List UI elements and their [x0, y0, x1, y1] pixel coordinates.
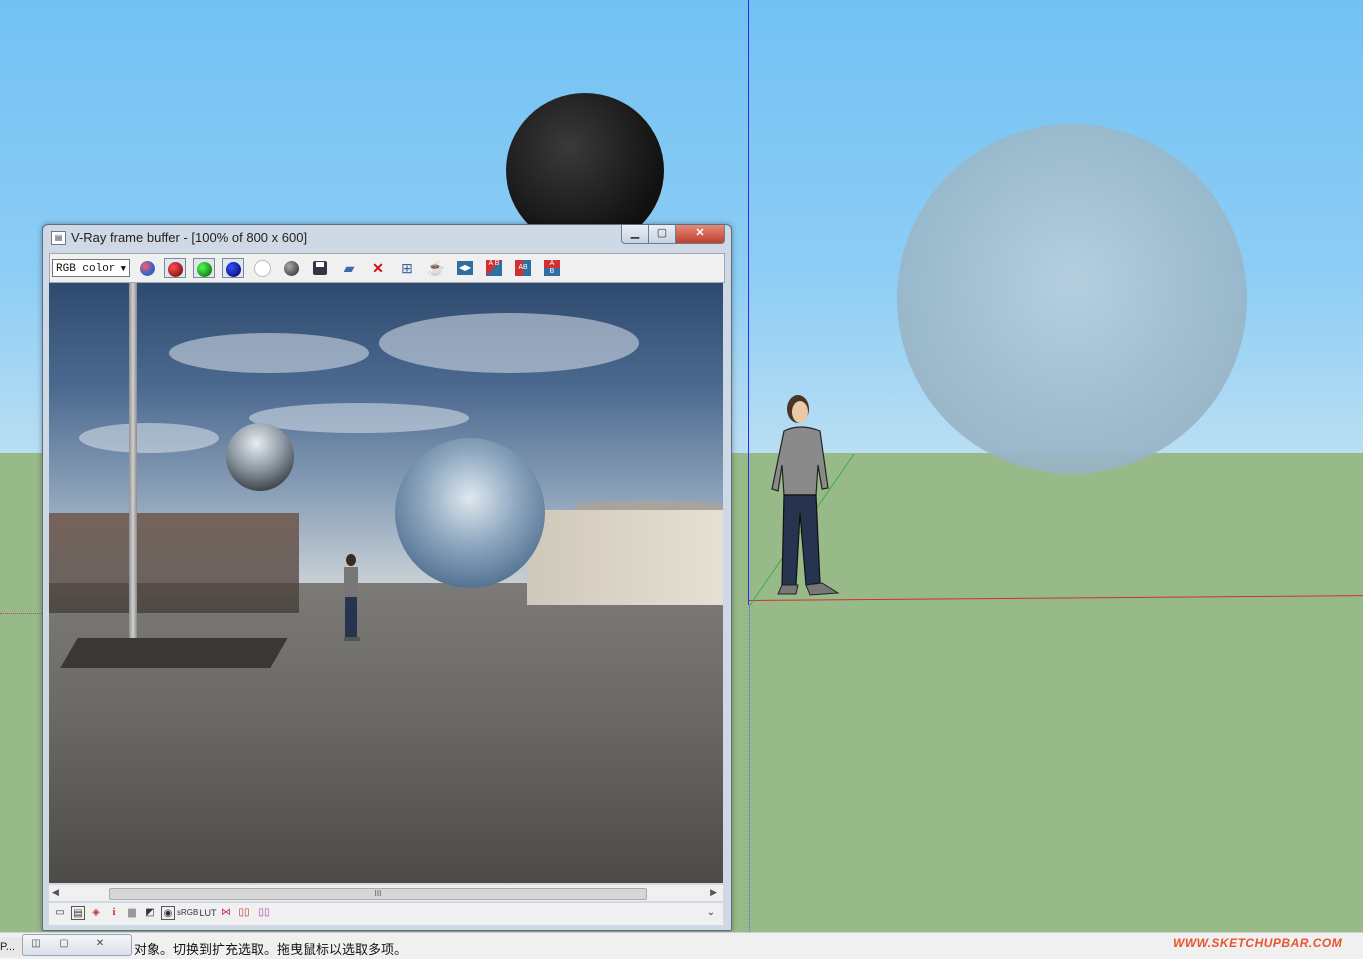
minimize-button[interactable]: ▁	[621, 225, 649, 244]
color-correction-icon[interactable]: ◈	[89, 906, 103, 920]
render-light-pole	[129, 283, 137, 638]
levels-icon[interactable]: ▆	[125, 906, 139, 920]
maximize-button[interactable]: ▢	[648, 225, 676, 244]
render-glass-sphere	[395, 438, 545, 588]
vray-frame-buffer-window[interactable]: ▤ V-Ray frame buffer - [100% of 800 x 60…	[42, 224, 732, 931]
minimized-window[interactable]: ◫ ▢ ✕	[22, 934, 132, 956]
vfb-bottom-toolbar: ▭ ▤ ◈ i ▆ ◩ ◉ sRGB LUT ⋈ ▯▯ ▯▯ ⌄	[49, 903, 723, 925]
clear-icon[interactable]: ✕	[367, 258, 389, 278]
render-puddle	[60, 638, 288, 668]
channel-select[interactable]: RGB color ▼	[52, 259, 130, 277]
window-title-bar[interactable]: ▤ V-Ray frame buffer - [100% of 800 x 60…	[43, 225, 731, 251]
scroll-left-arrow-icon[interactable]: ◀	[52, 887, 59, 898]
render-cloud	[249, 403, 469, 433]
exposure-icon[interactable]: ◉	[161, 906, 175, 920]
render-cloud	[79, 423, 219, 453]
blue-channel-icon[interactable]	[222, 258, 244, 278]
taskbar-item[interactable]: P...	[0, 937, 24, 957]
curves-icon[interactable]: ◩	[143, 906, 157, 920]
scrollbar-thumb[interactable]: III	[109, 888, 647, 900]
track-mouse-icon[interactable]: ◀▶	[454, 258, 476, 278]
render-road	[49, 583, 723, 883]
stamp-icon[interactable]: ▯▯	[257, 906, 271, 920]
vfb-app-icon: ▤	[51, 231, 66, 245]
window-title: V-Ray frame buffer - [100% of 800 x 600]	[71, 230, 308, 245]
restore-icon[interactable]: ◫	[25, 937, 47, 951]
horizontal-scrollbar[interactable]: ◀ III ▶	[49, 885, 723, 901]
ocio-icon[interactable]: ⋈	[219, 906, 233, 920]
green-channel-icon[interactable]	[193, 258, 215, 278]
compare-icon[interactable]: ▯▯	[237, 906, 251, 920]
red-channel-icon[interactable]	[164, 258, 186, 278]
ab-compare-icon-3[interactable]: AB	[541, 258, 563, 278]
blue-axis-dotted	[749, 605, 750, 932]
render-building-wall	[527, 510, 723, 605]
render-image[interactable]	[49, 283, 723, 883]
pixel-info-icon[interactable]: ▭	[53, 906, 67, 920]
chevron-down-icon: ▼	[120, 264, 126, 274]
alpha-channel-icon[interactable]	[251, 258, 273, 278]
maximize-icon[interactable]: ▢	[53, 937, 75, 951]
lut-icon[interactable]: LUT	[199, 906, 217, 920]
render-teapot-icon[interactable]: ☕	[425, 258, 447, 278]
scroll-right-arrow-icon[interactable]: ▶	[710, 887, 717, 898]
history-icon[interactable]: ▤	[71, 906, 85, 920]
rgb-channels-icon[interactable]	[136, 258, 158, 278]
region-icon[interactable]: ⊞	[396, 258, 418, 278]
render-chrome-sphere	[226, 423, 294, 491]
open-icon[interactable]: ▰	[338, 258, 360, 278]
ab-compare-icon-1[interactable]: A B	[483, 258, 505, 278]
render-cloud	[379, 313, 639, 373]
render-person	[344, 554, 360, 641]
glass-sphere-model[interactable]	[897, 124, 1247, 474]
vfb-toolbar: RGB color ▼ ▰ ✕ ⊞ ☕ ◀▶ A B AB AB	[49, 253, 725, 283]
status-text: 对象。切换到扩充选取。拖曳鼠标以选取多项。	[134, 942, 408, 957]
mono-icon[interactable]	[280, 258, 302, 278]
render-cloud	[169, 333, 369, 373]
close-button[interactable]: ✕	[675, 225, 725, 244]
ab-compare-icon-2[interactable]: AB	[512, 258, 534, 278]
info-icon[interactable]: i	[107, 906, 121, 920]
channel-select-value: RGB color	[56, 263, 116, 275]
srgb-icon[interactable]: sRGB	[177, 906, 198, 920]
expand-icon[interactable]: ⌄	[704, 906, 718, 920]
scale-figure-person[interactable]	[770, 393, 845, 600]
close-icon[interactable]: ✕	[89, 937, 111, 951]
watermark: WWW.SKETCHUPBAR.COM	[1173, 936, 1343, 950]
save-icon[interactable]	[309, 258, 331, 278]
render-fence	[49, 513, 299, 613]
